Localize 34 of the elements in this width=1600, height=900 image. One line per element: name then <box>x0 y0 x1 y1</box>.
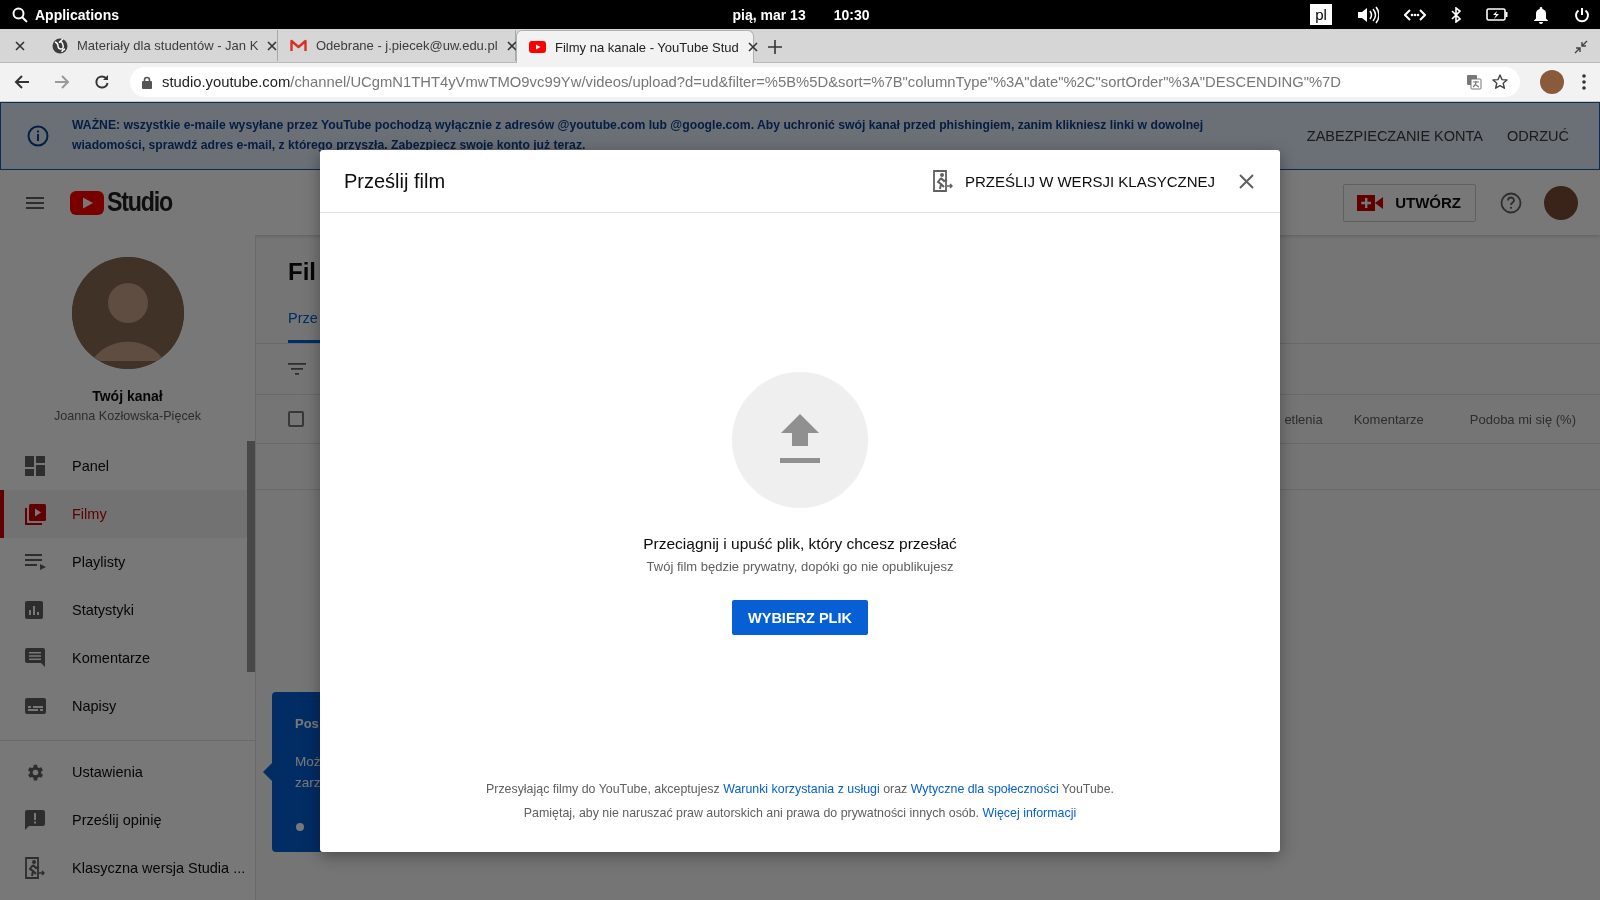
page-title: Fil <box>288 258 316 286</box>
clock-text: 10:30 <box>833 6 870 23</box>
create-button[interactable]: UTWÓRZ <box>1343 183 1476 222</box>
column-header: Podoba mi się (%) <box>1469 411 1576 427</box>
banner-action-button[interactable]: ZABEZPIECZANIE KONTA <box>1306 124 1483 148</box>
tooltip-text: zarz <box>295 774 321 792</box>
dialog-title: Prześlij film <box>344 169 446 193</box>
classic-upload-link[interactable]: PRZEŚLIJ W WERSJI KLASYCZNEJ <box>932 170 1215 192</box>
channel-name: Joanna Kozłowska-Pięcek <box>54 409 201 423</box>
channel-title: Twój kanał <box>92 388 163 404</box>
keyboard-layout-indicator[interactable]: pl <box>1310 4 1332 25</box>
terms-text: Przesyłając filmy do YouTube, akceptujesz Warunki korzystania z usługi oraz Wytyczne dla społeczności YouTube. <box>486 781 1114 797</box>
terms-text: Pamiętaj, aby nie naruszać praw autorskich ani prawa do prywatności innych osób. Więcej informacji <box>523 805 1077 821</box>
terms-link[interactable]: Wytyczne dla społeczności <box>910 782 1059 796</box>
tooltip-title: Pos <box>295 716 319 731</box>
sidebar-item[interactable]: Ustawienia <box>0 748 255 796</box>
sidebar-item[interactable]: Klasyczna wersja Studia ... <box>0 844 255 892</box>
terms-link[interactable]: Więcej informacji <box>982 806 1077 820</box>
column-header: etlenia <box>1284 411 1323 427</box>
url-text: studio.youtube.com/channel/UCgmN1THT4yVmwTMO9vc99Yw/videos/upload?d=ud&filter=%5B%5D&sort=%7B"columnType"%3A"date"%2C"sortOrder"%3A"DESCENDING"%7D <box>162 74 1343 90</box>
tooltip-text: Moż <box>295 753 321 771</box>
studio-logo[interactable]: Studio <box>70 187 183 218</box>
drop-zone-subtitle: Twój film będzie prywatny, dopóki go nie opublikujesz <box>646 559 954 574</box>
drop-zone-title: Przeciągnij i upuść plik, który chcesz przesłać <box>643 535 957 553</box>
address-bar[interactable]: studio.youtube.com/channel/UCgmN1THT4yVmwTMO9vc99Yw/videos/upload?d=ud&filter=%5B%5D&sort=%7B"columnType"%3A"date"%2C"sortOrder"%3A"DESCENDING"%7D <box>130 67 1520 97</box>
date-text: pią, mar 13 <box>732 6 806 23</box>
applications-menu[interactable]: Applications <box>12 6 119 23</box>
terms-link[interactable]: Warunki korzystania z usługi <box>723 782 880 796</box>
select-file-button[interactable]: WYBIERZ PLIK <box>732 600 868 635</box>
sidebar-item[interactable]: Prześlij opinię <box>0 796 255 844</box>
sidebar-item[interactable]: Napisy <box>0 682 255 730</box>
browser-tab[interactable]: Materiały dla studentów - Jan K <box>40 30 278 61</box>
banner-action-button[interactable]: ODRZUĆ <box>1506 124 1569 148</box>
column-header: Komentarze <box>1353 411 1424 427</box>
